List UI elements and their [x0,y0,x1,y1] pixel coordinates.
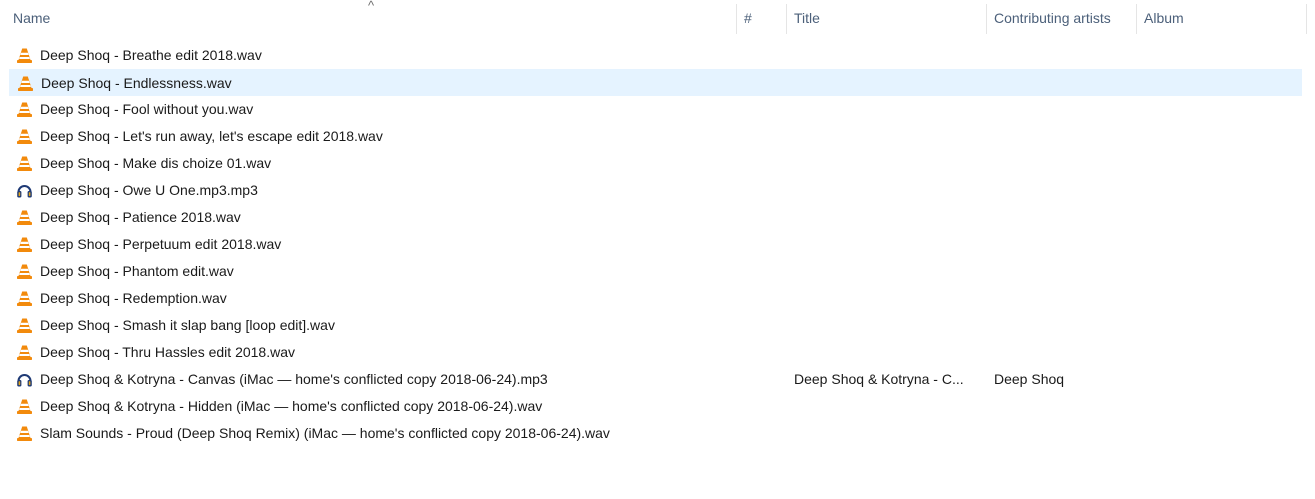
file-contributing-artists [994,96,1139,123]
file-name: Deep Shoq - Owe U One.mp3.mp3 [40,182,258,198]
file-name: Deep Shoq & Kotryna - Canvas (iMac — hom… [40,371,548,387]
vlc-cone-icon [16,101,33,118]
file-title [794,204,984,231]
file-row[interactable]: Deep Shoq & Kotryna - Hidden (iMac — hom… [9,393,1302,420]
file-name: Deep Shoq - Breathe edit 2018.wav [40,47,262,63]
file-name: Deep Shoq - Thru Hassles edit 2018.wav [40,344,295,360]
file-title [794,231,984,258]
file-title [794,393,984,420]
file-title [794,42,984,69]
column-header-bar: ^ Name # Title Contributing artists Albu… [0,0,1315,38]
file-contributing-artists [994,204,1139,231]
file-title [794,312,984,339]
file-contributing-artists [994,312,1139,339]
file-contributing-artists [994,231,1139,258]
column-header-number[interactable]: # [737,0,786,36]
file-row[interactable]: Slam Sounds - Proud (Deep Shoq Remix) (i… [9,420,1302,447]
file-row[interactable]: Deep Shoq - Phantom edit.wav [9,258,1302,285]
file-contributing-artists [994,123,1139,150]
file-name: Deep Shoq - Let's run away, let's escape… [40,128,383,144]
file-contributing-artists [994,150,1139,177]
file-title [794,123,984,150]
file-title [794,420,984,447]
file-row[interactable]: Deep Shoq - Endlessness.wav [9,69,1302,96]
file-title [794,285,984,312]
file-row[interactable]: Deep Shoq - Owe U One.mp3.mp3 [9,177,1302,204]
vlc-cone-icon [16,236,33,253]
vlc-cone-icon [16,398,33,415]
vlc-cone-icon [16,290,33,307]
file-contributing-artists [994,258,1139,285]
file-row[interactable]: Deep Shoq - Thru Hassles edit 2018.wav [9,339,1302,366]
file-row[interactable]: Deep Shoq & Kotryna - Canvas (iMac — hom… [9,366,1302,393]
vlc-cone-icon [16,263,33,280]
file-contributing-artists [994,393,1139,420]
file-contributing-artists [994,42,1139,69]
vlc-cone-icon [16,425,33,442]
file-name: Deep Shoq - Fool without you.wav [40,101,254,117]
vlc-cone-icon [17,75,34,92]
file-name: Deep Shoq - Redemption.wav [40,290,227,306]
file-name: Deep Shoq & Kotryna - Hidden (iMac — hom… [40,398,543,414]
file-name: Deep Shoq - Phantom edit.wav [40,263,234,279]
file-contributing-artists [994,420,1139,447]
headphones-icon [16,182,33,199]
column-header-title[interactable]: Title [787,0,986,36]
column-header-name[interactable]: Name [6,0,735,36]
file-contributing-artists: Deep Shoq [994,371,1065,387]
file-row[interactable]: Deep Shoq - Make dis choize 01.wav [9,150,1302,177]
vlc-cone-icon [16,344,33,361]
file-name: Deep Shoq - Patience 2018.wav [40,209,241,225]
file-title [794,96,984,123]
file-title [794,150,984,177]
vlc-cone-icon [16,47,33,64]
vlc-cone-icon [16,155,33,172]
file-contributing-artists [994,285,1139,312]
file-row[interactable]: Deep Shoq - Smash it slap bang [loop edi… [9,312,1302,339]
vlc-cone-icon [16,209,33,226]
file-row[interactable]: Deep Shoq - Fool without you.wav [9,96,1302,123]
file-title [795,70,985,97]
file-name: Deep Shoq - Endlessness.wav [41,75,232,91]
file-contributing-artists [994,177,1139,204]
file-row[interactable]: Deep Shoq - Breathe edit 2018.wav [9,42,1302,69]
file-row[interactable]: Deep Shoq - Let's run away, let's escape… [9,123,1302,150]
file-row[interactable]: Deep Shoq - Patience 2018.wav [9,204,1302,231]
headphones-icon [16,371,33,388]
file-row[interactable]: Deep Shoq - Perpetuum edit 2018.wav [9,231,1302,258]
file-name: Deep Shoq - Perpetuum edit 2018.wav [40,236,282,252]
file-name: Slam Sounds - Proud (Deep Shoq Remix) (i… [40,425,610,441]
file-title [794,177,984,204]
vlc-cone-icon [16,317,33,334]
file-title [794,339,984,366]
column-header-contributing-artists[interactable]: Contributing artists [987,0,1136,36]
file-name: Deep Shoq - Make dis choize 01.wav [40,155,272,171]
file-title [794,258,984,285]
file-row[interactable]: Deep Shoq - Redemption.wav [9,285,1302,312]
file-name: Deep Shoq - Smash it slap bang [loop edi… [40,317,335,333]
column-divider[interactable] [1306,4,1307,34]
column-header-album[interactable]: Album [1137,0,1307,36]
file-contributing-artists [995,70,1140,97]
vlc-cone-icon [16,128,33,145]
file-title: Deep Shoq & Kotryna - C... [794,371,964,387]
file-contributing-artists [994,339,1139,366]
